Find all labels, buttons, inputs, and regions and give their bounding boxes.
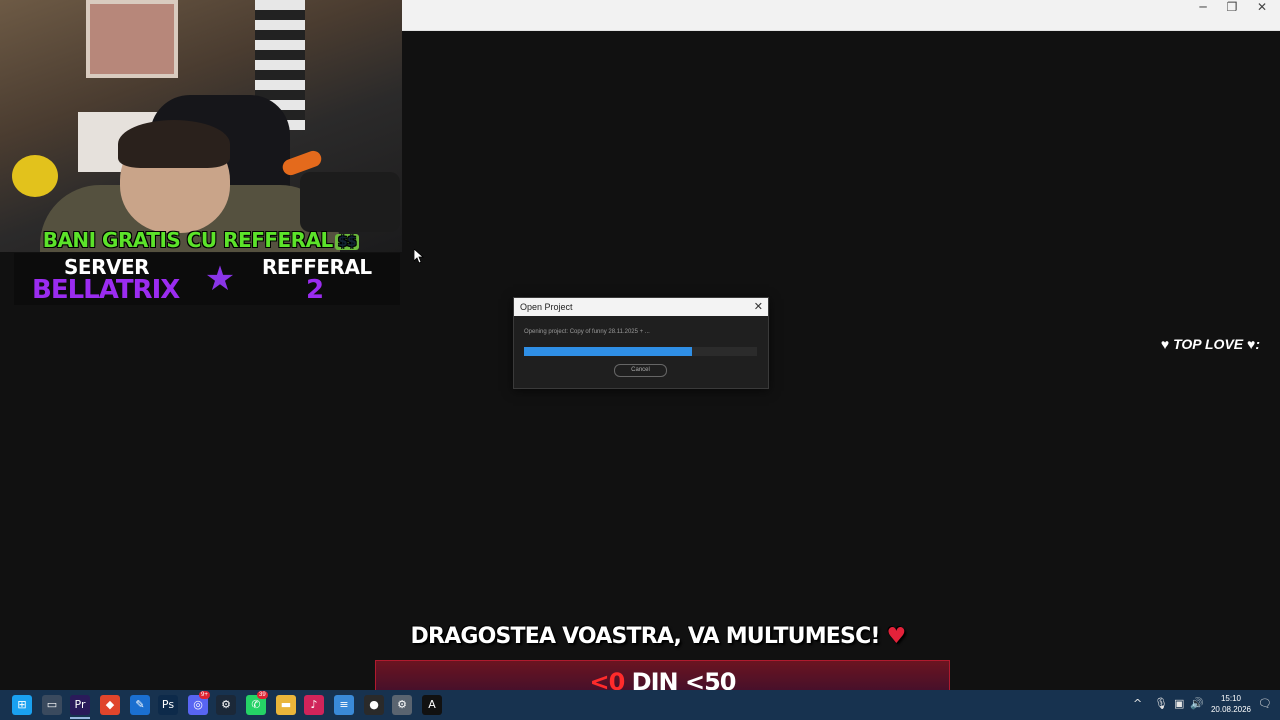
- premiere-pro-icon[interactable]: Pr: [70, 695, 90, 715]
- dialog-titlebar: Open Project ✕: [514, 298, 768, 316]
- task-view-button[interactable]: ▭: [42, 695, 62, 715]
- photoshop-icon[interactable]: Ps: [158, 695, 178, 715]
- clock-time: 15:10: [1220, 694, 1242, 703]
- thanks-caption: DRAGOSTEA VOASTRA, VA MULTUMESC! ♥: [0, 624, 1280, 649]
- open-project-dialog: Open Project ✕ Opening project: Copy of …: [513, 297, 769, 389]
- progress-fill: [524, 347, 692, 356]
- steam-icon[interactable]: ⚙: [216, 695, 236, 715]
- cam-person-hair: [118, 120, 230, 168]
- thanks-text: DRAGOSTEA VOASTRA, VA MULTUMESC!: [410, 624, 881, 649]
- close-window-button[interactable]: ✕: [1247, 0, 1277, 14]
- cam-window-decor: [86, 0, 178, 78]
- pen-tool-icon[interactable]: ✎: [130, 695, 150, 715]
- refferal-number: 2: [306, 275, 325, 305]
- app-a-icon[interactable]: A: [422, 695, 442, 715]
- money-icon: $$: [334, 233, 360, 250]
- cam-pouf-decor: [12, 155, 58, 197]
- settings-app-icon[interactable]: ⚙: [392, 695, 412, 715]
- network-icon[interactable]: ▣: [1174, 697, 1184, 710]
- file-explorer-icon[interactable]: ▬: [276, 695, 296, 715]
- notification-badge: 9+: [199, 691, 210, 699]
- window-titlebar: ─ ❐ ✕: [402, 0, 1280, 31]
- volume-icon[interactable]: 🔊: [1190, 697, 1204, 710]
- clock-date: 20.08.2026: [1210, 705, 1252, 714]
- brave-browser-icon[interactable]: ◆: [100, 695, 120, 715]
- bellatrix-star-icon: ★: [204, 260, 236, 298]
- server-info-box: SERVER BELLATRIX ★ REFFERAL 2: [14, 253, 400, 305]
- active-app-indicator: [70, 717, 90, 719]
- progress-bar: [524, 347, 757, 356]
- dialog-close-icon[interactable]: ✕: [754, 298, 763, 316]
- cam-desk-decor: [300, 172, 400, 232]
- restore-button[interactable]: ❐: [1217, 0, 1247, 14]
- notifications-icon[interactable]: 🗨: [1258, 697, 1272, 710]
- mouse-cursor-icon: [414, 249, 424, 263]
- webcam-feed: [0, 0, 402, 252]
- clock[interactable]: 15:10 20.08.2026: [1206, 693, 1256, 715]
- taskbar: ⊞ ▭ Pr ◆ ✎ Ps ◎ 9+ ⚙ ✆ 39 ▬ ♪ ≡ ● ⚙ A ^ 🎙 ▣ 🔊 15:10 20.0…: [0, 690, 1280, 720]
- obs-icon[interactable]: ●: [364, 695, 384, 715]
- dialog-message: Opening project: Copy of funny 28.11.202…: [524, 329, 650, 335]
- microphone-icon[interactable]: 🎙: [1154, 697, 1168, 710]
- cancel-button[interactable]: Cancel: [614, 364, 667, 377]
- heart-icon: ♥: [886, 624, 907, 649]
- tiktok-icon[interactable]: ♪: [304, 695, 324, 715]
- referral-banner: BANI GRATIS CU REFFERAL $$: [0, 228, 402, 254]
- top-love-label: ♥ TOP LOVE ♥:: [1160, 336, 1260, 352]
- notepad-icon[interactable]: ≡: [334, 695, 354, 715]
- minimize-button[interactable]: ─: [1188, 0, 1218, 14]
- notification-badge: 39: [257, 691, 268, 699]
- dialog-title: Open Project: [520, 302, 573, 312]
- tray-overflow-chevron-icon[interactable]: ^: [1133, 697, 1142, 710]
- referral-banner-text: BANI GRATIS CU REFFERAL: [42, 228, 334, 252]
- start-button[interactable]: ⊞: [12, 695, 32, 715]
- server-name: BELLATRIX: [32, 275, 180, 305]
